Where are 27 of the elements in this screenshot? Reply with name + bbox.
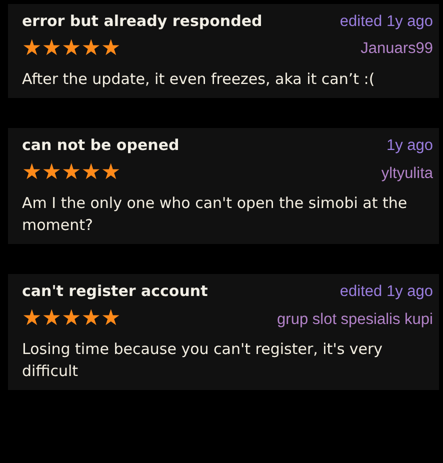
star-icon: ★ [61, 38, 82, 60]
star-icon: ★ [100, 38, 121, 60]
review-title: can't register account [22, 281, 208, 302]
star-icon: ★ [61, 308, 82, 330]
star-icon: ★ [61, 162, 82, 184]
star-icon: ★ [22, 162, 42, 184]
review-time: edited 1y ago [340, 282, 433, 302]
star-icon: ★ [22, 38, 42, 60]
star-icon: ★ [100, 308, 121, 330]
review-title: error but already responded [22, 11, 262, 32]
review-time: edited 1y ago [340, 12, 433, 32]
reviewer-name: yltyulita [381, 164, 433, 184]
star-icon: ★ [42, 162, 62, 184]
reviewer-name: Januars99 [360, 39, 433, 60]
review-time: 1y ago [386, 136, 433, 156]
review-title: can not be opened [22, 135, 180, 156]
reviewer-name: grup slot spesialis kupi [277, 310, 433, 330]
star-icon: ★ [42, 308, 62, 330]
star-icon: ★ [81, 308, 101, 330]
star-icon: ★ [100, 162, 121, 184]
review-text: After the update, it even freezes, aka it can’t :( [22, 68, 376, 90]
review-text: Losing time because you can't register, it's very difficult [22, 338, 384, 382]
star-icon: ★ [42, 38, 62, 60]
review-text: Am I the only one who can't open the simobi at the moment? [22, 192, 408, 236]
star-icon: ★ [22, 308, 42, 330]
star-icon: ★ [81, 38, 101, 60]
star-icon: ★ [81, 162, 101, 184]
